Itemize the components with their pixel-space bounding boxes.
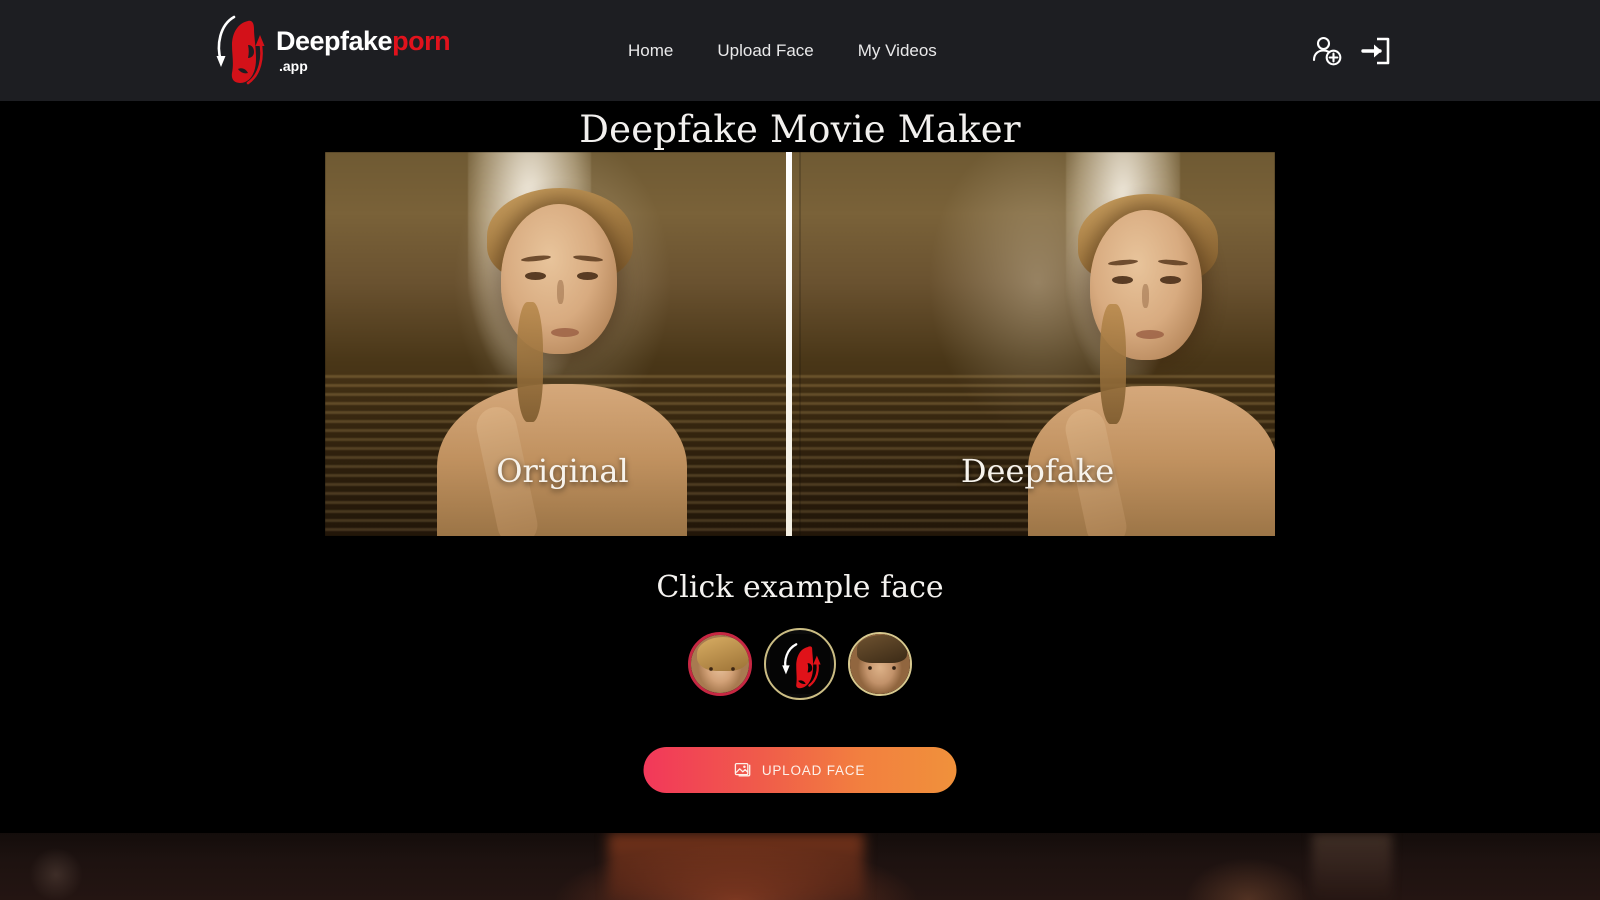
bottom-video-teaser[interactable] (0, 833, 1600, 900)
comparison-divider[interactable] (786, 152, 792, 536)
male-face-thumbnail (850, 634, 910, 694)
example-face-logo[interactable] (764, 628, 836, 700)
site-header: Deepfakeporn .app Home Upload Face My Vi… (0, 0, 1600, 101)
example-faces-title: Click example face (656, 570, 944, 605)
female-face-thumbnail (691, 635, 749, 693)
deepfake-video-panel[interactable]: Deepfake (800, 152, 1275, 536)
image-upload-icon (735, 761, 753, 780)
example-face-3[interactable] (848, 632, 912, 696)
page-title: Deepfake Movie Maker (579, 108, 1021, 151)
logo-word-primary: Deepfake (276, 25, 393, 56)
logo-wordmark: Deepfakeporn .app (276, 25, 451, 74)
upload-face-button[interactable]: UPLOAD FACE (643, 747, 957, 793)
header-actions (1310, 0, 1392, 101)
nav-upload-face[interactable]: Upload Face (695, 35, 835, 67)
deepfake-face-swap-logo-icon (208, 11, 272, 91)
main-navigation: Home Upload Face My Videos (628, 0, 959, 101)
original-label: Original (496, 452, 629, 490)
original-video-panel[interactable]: Original (325, 152, 800, 536)
nav-home[interactable]: Home (628, 35, 695, 67)
comparison-video-player[interactable]: Original Deepfake (325, 152, 1275, 536)
deepfake-label: Deepfake (960, 452, 1115, 490)
user-plus-icon[interactable] (1310, 34, 1344, 68)
nav-my-videos[interactable]: My Videos (836, 35, 959, 67)
site-logo[interactable]: Deepfakeporn .app (208, 8, 451, 93)
upload-face-button-label: UPLOAD FACE (761, 762, 866, 778)
example-face-1[interactable] (688, 632, 752, 696)
example-faces-row (0, 628, 1600, 700)
sign-in-icon[interactable] (1358, 34, 1392, 68)
deepfake-logo-face-icon (770, 634, 830, 694)
logo-suffix: .app (279, 57, 308, 74)
logo-word-accent: porn (392, 25, 451, 56)
